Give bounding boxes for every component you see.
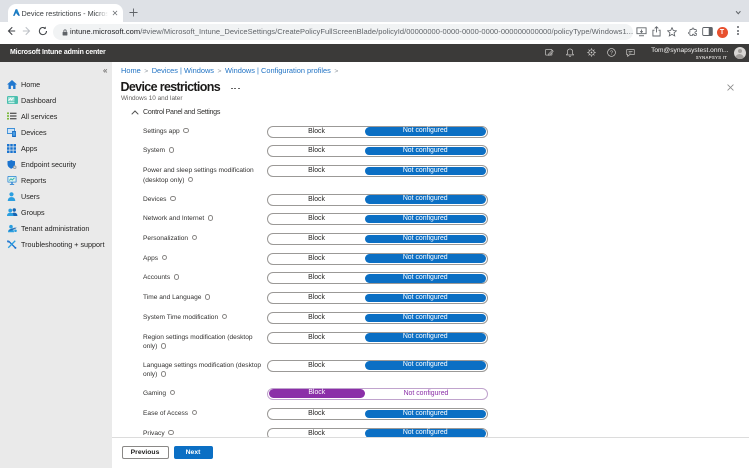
svg-text:?: ?: [610, 50, 613, 56]
